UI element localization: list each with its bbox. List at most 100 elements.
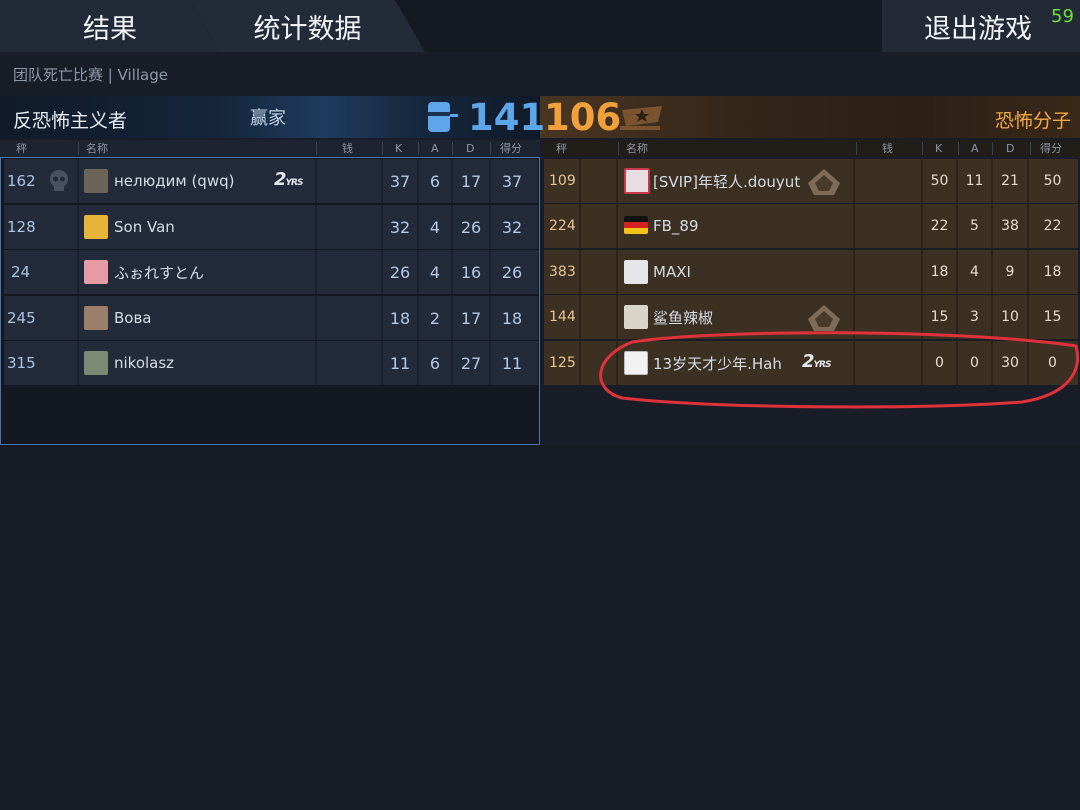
header-score: 得分 [500,142,522,155]
player-avatar [624,260,648,284]
player-rank: 383 [549,264,576,280]
player-kills: 37 [389,171,411,191]
player-assists: 5 [970,218,979,234]
player-name: nikolasz [114,354,175,372]
player-score: 11 [501,353,523,373]
header-assists: A [971,142,979,155]
player-rank: 144 [549,309,576,325]
player-deaths: 17 [460,308,482,328]
lower-band [0,445,1080,480]
countdown-timer: 59 [1051,6,1074,27]
t-team-score: 106 [544,96,622,139]
player-score: 22 [1043,218,1062,234]
player-name: [SVIP]年轻人.douyut [653,172,801,191]
player-assists: 11 [965,173,984,189]
exit-game-label: 退出游戏 [924,14,1032,45]
t-flag-icon [620,106,662,130]
player-rank: 109 [549,173,576,189]
player-avatar [84,351,108,375]
tab-stats[interactable]: 统计数据 [190,0,425,52]
player-assists: 4 [429,262,441,282]
player-assists: 4 [429,217,441,237]
player-kills: 32 [389,217,411,237]
t-player-row[interactable]: 224 FB_89 22 5 38 22 [544,204,1078,248]
player-score: 50 [1043,173,1062,189]
tab-results-label: 结果 [83,13,137,45]
player-rank: 24 [11,263,31,281]
ct-player-row[interactable]: 162 нелюдим (qwq) 2YRS 37 6 17 37 [4,159,538,203]
t-table-header: 秤 名称 钱 K A D 得分 [543,140,1080,157]
header-assists: A [431,142,439,155]
player-deaths: 27 [460,353,482,373]
player-avatar [624,168,650,194]
player-name: FB_89 [653,217,699,235]
header-kills: K [395,142,403,155]
player-deaths: 16 [460,262,482,282]
match-mode-map: 团队死亡比赛 | Village [13,66,168,84]
player-rank: 315 [7,354,36,372]
skull-icon [50,170,68,191]
player-assists: 2 [429,308,441,328]
2yrs-badge-icon: 2YRS [274,169,303,190]
ct-shield-icon [428,102,458,132]
player-kills: 18 [930,264,949,280]
player-assists: 6 [429,353,441,373]
player-rank: 162 [7,172,36,190]
header-name: 名称 [86,142,108,155]
player-avatar [84,169,108,193]
ct-team-score: 141 [468,96,546,139]
player-rank: 128 [7,218,36,236]
player-deaths: 21 [1001,173,1019,189]
player-assists: 4 [970,264,979,280]
player-rank: 125 [549,355,576,371]
header-rank: 秤 [16,142,27,155]
player-name: Son Van [114,218,175,236]
player-kills: 26 [389,262,411,282]
ct-player-row[interactable]: 315 nikolasz 11 6 27 11 [4,341,538,385]
header-kills: K [935,142,943,155]
player-score: 26 [501,262,523,282]
player-avatar [84,260,108,284]
player-score: 18 [501,308,523,328]
player-name: ふぉれすとん [114,263,205,282]
header-deaths: D [466,142,475,155]
player-kills: 50 [930,173,949,189]
tab-stats-label: 统计数据 [253,13,362,45]
player-deaths: 9 [1005,264,1015,280]
player-score: 37 [501,171,523,191]
player-name: Вова [114,309,152,327]
player-deaths: 17 [460,171,482,191]
t-team-name: 恐怖分子 [994,110,1071,132]
player-deaths: 26 [460,217,482,237]
germany-flag-icon [624,216,648,234]
player-name: MAXI [653,263,691,281]
ct-table-header: 秤 名称 钱 K A D 得分 [0,140,540,157]
player-rank: 224 [549,218,576,234]
player-avatar [624,305,648,329]
rank-emblem-icon [808,169,840,195]
header-name: 名称 [626,142,648,155]
player-deaths: 38 [1001,218,1019,234]
player-kills: 11 [389,353,411,373]
player-avatar [84,306,108,330]
header-score: 得分 [1040,142,1062,155]
header-deaths: D [1006,142,1015,155]
player-score: 18 [1043,264,1062,280]
t-player-row[interactable]: 109 [SVIP]年轻人.douyut 50 11 21 50 [544,159,1078,203]
player-rank: 245 [7,309,36,327]
t-player-row[interactable]: 383 MAXI 18 4 9 18 [544,250,1078,294]
player-kills: 18 [389,308,411,328]
header-rank: 秤 [556,142,567,155]
player-avatar [84,215,108,239]
ct-player-row[interactable]: 245 Вова 18 2 17 18 [4,296,538,340]
header-money: 钱 [342,142,353,155]
player-assists: 6 [429,171,441,191]
player-name: нелюдим (qwq) [114,172,235,190]
winner-label: 赢家 [250,108,286,129]
ct-player-row[interactable]: 128 Son Van 32 4 26 32 [4,205,538,249]
ct-team-name: 反恐怖主义者 [13,110,128,132]
ct-player-row[interactable]: 24 ふぉれすとん 26 4 16 26 [4,250,538,294]
tab-results[interactable]: 结果 [0,0,220,52]
player-kills: 22 [930,218,949,234]
red-highlight-ellipse [599,331,1080,409]
